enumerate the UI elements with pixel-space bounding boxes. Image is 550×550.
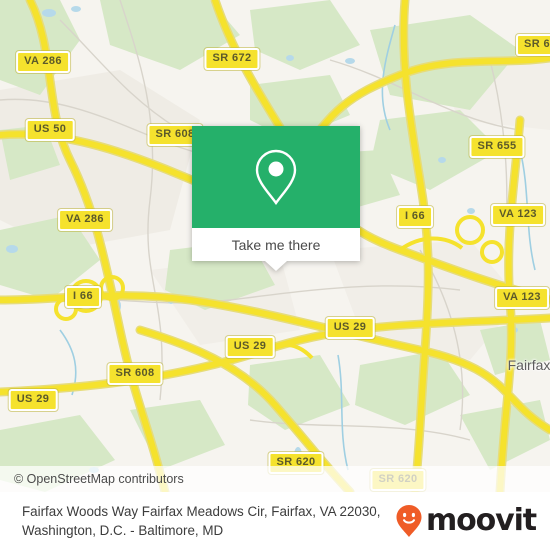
location-popup-card[interactable]: Take me there	[192, 126, 360, 271]
moovit-smiley-pin-icon	[396, 505, 422, 537]
road-shield: US 29	[8, 389, 58, 411]
road-shield: VA 123	[491, 204, 545, 226]
road-shield: VA 286	[16, 51, 70, 73]
road-shield: SR 608	[107, 363, 163, 385]
take-me-there-label: Take me there	[231, 236, 321, 253]
moovit-map-screenshot: VA 286 SR 672 SR 6 US 50 SR 608 SR 655 VA 286 I…	[0, 0, 550, 550]
road-shield: SR 6	[515, 34, 550, 56]
popup-action-bar[interactable]: Take me there	[192, 228, 360, 271]
popup-image-header	[192, 126, 360, 228]
location-caption: Fairfax Woods Way Fairfax Meadows Cir, F…	[22, 504, 381, 538]
map-viewport[interactable]: VA 286 SR 672 SR 6 US 50 SR 608 SR 655 VA 286 I…	[0, 0, 550, 492]
moovit-wordmark: moovit	[425, 503, 537, 538]
road-shield: US 29	[325, 317, 375, 339]
road-shield: I 66	[65, 286, 101, 308]
road-shield: US 50	[25, 119, 75, 141]
popup-tail-pointer	[265, 261, 287, 271]
road-shield: US 29	[225, 336, 275, 358]
moovit-logo[interactable]: moovit	[395, 503, 537, 538]
place-label: Fairfax	[507, 357, 550, 373]
road-shield: SR 672	[204, 48, 260, 70]
footer-bar: Fairfax Woods Way Fairfax Meadows Cir, F…	[0, 492, 550, 550]
openstreetmap-attribution[interactable]: © OpenStreetMap contributors	[0, 472, 184, 486]
location-pin-icon	[255, 149, 297, 206]
map-attribution-bar: © OpenStreetMap contributors	[0, 466, 550, 492]
road-shield: I 66	[397, 206, 433, 228]
road-shield: SR 655	[469, 136, 525, 158]
road-shield: VA 123	[495, 287, 549, 309]
road-shield: VA 286	[58, 209, 112, 231]
